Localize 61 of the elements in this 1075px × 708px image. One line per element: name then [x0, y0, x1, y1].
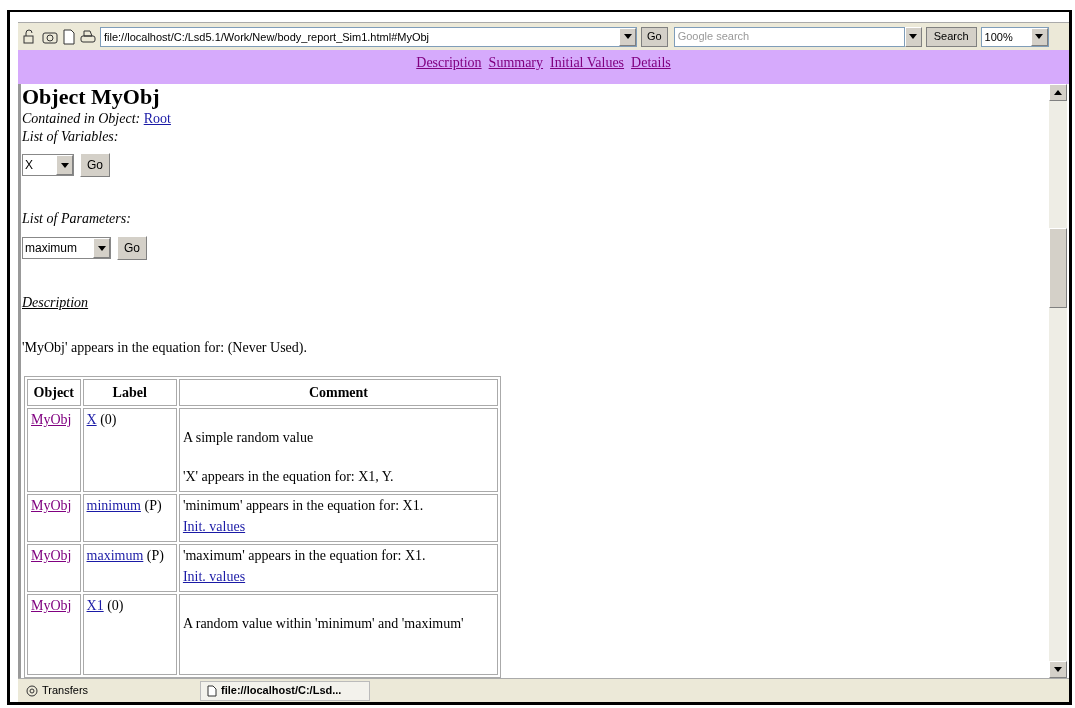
address-field[interactable]: file://localhost/C:/Lsd5.1/Work/New/body_report_Sim1.html#MyObj [100, 26, 637, 47]
go-button[interactable]: Go [80, 153, 110, 177]
page-icon [207, 684, 217, 697]
down-arrow-icon [909, 34, 918, 39]
search-field[interactable]: Google search [673, 26, 905, 47]
parameters-label: List of Parameters: [22, 210, 132, 228]
root-link[interactable]: Root [143, 111, 171, 126]
go-button[interactable]: Go [641, 26, 668, 47]
page-tab[interactable]: file://localhost/C:/Lsd... [200, 680, 370, 701]
page-icon[interactable] [62, 28, 76, 45]
nav-link[interactable]: Details [631, 52, 671, 84]
column-header: Label [82, 379, 177, 406]
transfers-label[interactable]: Transfers [42, 682, 89, 699]
label-link[interactable]: X [86, 412, 97, 427]
go-button[interactable]: Go [117, 236, 147, 260]
variables-label: List of Variables: [22, 128, 120, 146]
nav-link[interactable]: Initial Values [550, 52, 625, 84]
nav-link[interactable]: Description [416, 52, 482, 84]
down-arrow-icon [1035, 34, 1044, 39]
usage-text: 'MyObj' appears in the equation for: (Never Used). [22, 339, 308, 357]
dropdown-button[interactable] [1030, 27, 1048, 46]
column-header: Comment [178, 379, 498, 406]
printer-icon[interactable] [80, 28, 96, 45]
comment-text: 'maximum' appears in the equation for: X1. [182, 547, 427, 565]
type-marker: (P) [146, 548, 164, 563]
type-marker: (0) [107, 598, 124, 613]
down-arrow-icon [97, 245, 106, 251]
down-arrow-icon [60, 162, 69, 168]
transfers-icon[interactable] [26, 684, 38, 697]
comment-text: A simple random value [182, 429, 315, 447]
down-arrow-icon [1054, 667, 1062, 672]
zoom-select[interactable]: 100% [980, 26, 1049, 47]
comment-text: A random value within 'minimum' and 'maximum' [182, 615, 465, 633]
page-title: Object MyObj [22, 84, 161, 110]
nav-link[interactable]: Summary [488, 52, 544, 84]
down-arrow-icon [623, 34, 632, 39]
variable-select[interactable]: X [22, 154, 74, 176]
dropdown-button[interactable] [93, 238, 110, 258]
comment-text: 'X' appears in the equation for: X1, Y. [182, 468, 395, 486]
comment-text: 'minimum' appears in the equation for: X1. [182, 497, 425, 515]
parameter-select[interactable]: maximum [22, 237, 111, 259]
object-link[interactable]: MyObj [31, 598, 72, 613]
type-marker: (P) [144, 498, 162, 513]
description-heading[interactable]: Description [22, 295, 89, 310]
contained-label: Contained in Object: [22, 111, 141, 126]
dropdown-button[interactable] [619, 27, 636, 46]
init-values-link[interactable]: Init. values [182, 569, 246, 584]
object-link[interactable]: MyObj [31, 412, 72, 427]
scrollbar[interactable] [1049, 84, 1067, 678]
scroll-up-button[interactable] [1049, 84, 1067, 101]
scroll-down-button[interactable] [1049, 661, 1067, 678]
dropdown-button[interactable] [56, 155, 73, 175]
label-link[interactable]: maximum [86, 548, 144, 563]
label-link[interactable]: minimum [86, 498, 141, 513]
type-marker: (0) [100, 412, 117, 427]
label-link[interactable]: X1 [86, 598, 104, 613]
init-values-link[interactable]: Init. values [182, 519, 246, 534]
up-arrow-icon [1054, 90, 1062, 95]
search-button[interactable]: Search [925, 26, 977, 47]
column-header: Object [27, 379, 81, 406]
scrollbar-thumb[interactable] [1049, 228, 1067, 308]
